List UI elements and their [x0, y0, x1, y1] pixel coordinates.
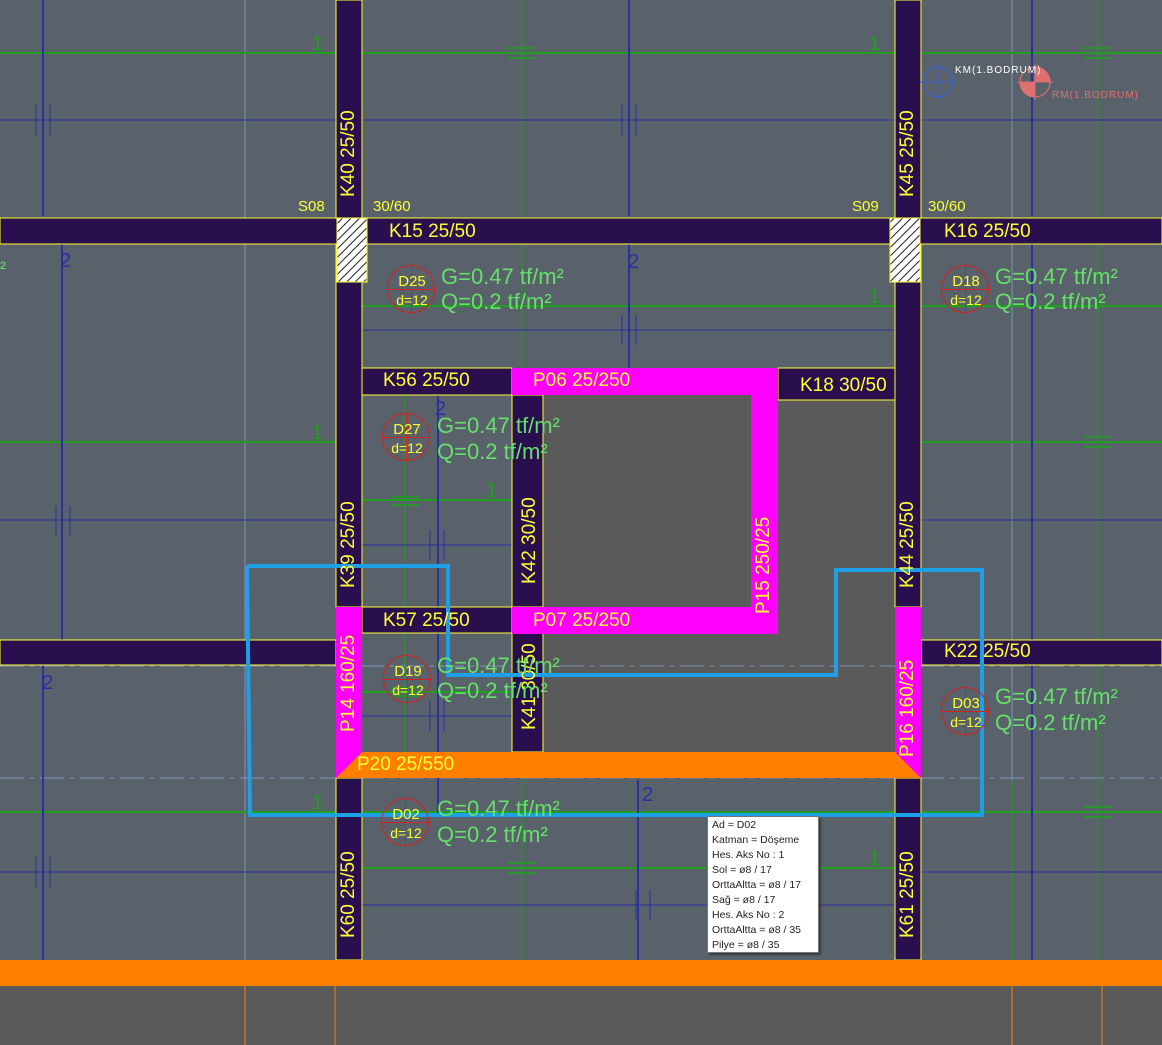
slab-dead-load: G=0.47 tf/m²: [995, 264, 1118, 289]
beam-label-k40[interactable]: K40 25/50: [338, 110, 359, 197]
plan-canvas[interactable]: 1 1 1 1 1 1 1 2 2 2 2 2 ² S08 30/60 S09 …: [0, 0, 1162, 1045]
slab-thickness: d=12: [390, 825, 422, 841]
rm-marker-label: RM(1.BODRUM): [1052, 90, 1139, 101]
slab-symbol-d18[interactable]: D18 d=12: [940, 264, 990, 314]
slab-symbol-d25[interactable]: D25 d=12: [386, 264, 436, 314]
slab-dead-load: G=0.47 tf/m²: [437, 796, 560, 821]
tooltip-line: OrttaAltta = ø8 / 35: [712, 924, 801, 936]
beam-label-k61[interactable]: K61 25/50: [897, 851, 918, 938]
tooltip-line: Ad = D02: [712, 819, 757, 831]
slab-symbol-d27[interactable]: D27 d=12: [381, 412, 431, 462]
slab-dead-load: G=0.47 tf/m²: [437, 413, 560, 438]
axis-label-2: 2: [42, 672, 54, 694]
wall-label-p14[interactable]: P14 160/25: [338, 635, 359, 732]
slab-live-load: Q=0.2 tf/m²: [437, 439, 548, 464]
beam-label-k60[interactable]: K60 25/50: [338, 851, 359, 938]
void-area: [543, 395, 751, 607]
slab-live-load: Q=0.2 tf/m²: [995, 289, 1106, 314]
column-s08: [336, 217, 368, 283]
beam-label-k18[interactable]: K18 30/50: [800, 376, 887, 396]
column-label-s09: S09: [852, 198, 879, 215]
slab-live-load: Q=0.2 tf/m²: [441, 289, 552, 314]
beam-label-k44[interactable]: K44 25/50: [897, 501, 918, 588]
axis-label-1: 1: [869, 286, 881, 308]
slab-symbol-d02[interactable]: D02 d=12: [380, 797, 430, 847]
plan-drawing: [0, 0, 1162, 1045]
tooltip-line: Katman = Döşeme: [712, 834, 800, 846]
slab-symbol-d03[interactable]: D03 d=12: [940, 686, 990, 736]
tooltip-line: Sağ = ø8 / 17: [712, 894, 776, 906]
tooltip-line: OrttaAltta = ø8 / 17: [712, 879, 801, 891]
tooltip-line: Sol = ø8 / 17: [712, 864, 772, 876]
slab-name: D03: [952, 695, 980, 712]
slab-name: D18: [952, 273, 980, 290]
slab-thickness: d=12: [392, 682, 424, 698]
slab-live-load: Q=0.2 tf/m²: [437, 822, 548, 847]
slab-name: D02: [392, 806, 420, 823]
tooltip-line: Hes. Aks No : 1: [712, 849, 785, 861]
slab-live-load: Q=0.2 tf/m²: [995, 710, 1106, 735]
slab-name: D27: [393, 421, 421, 438]
beam-label-k57[interactable]: K57 25/50: [383, 611, 470, 631]
beam-label-k42[interactable]: K42 30/50: [519, 497, 540, 584]
axis-label-1: 1: [312, 422, 324, 444]
axis-label-2: 2: [628, 251, 640, 273]
km-marker: [920, 64, 956, 100]
slab-live-load: Q=0.2 tf/m²: [437, 678, 548, 703]
lower-ground-area: [0, 986, 1162, 1045]
column-s09: [889, 217, 921, 283]
beam-label-k22[interactable]: K22 25/50: [944, 642, 1031, 662]
axis-label-1: 1: [869, 848, 881, 870]
beam-label-k45[interactable]: K45 25/50: [897, 110, 918, 197]
axis-label-2: 2: [642, 784, 654, 806]
wall-label-p15[interactable]: P15 250/25: [753, 517, 774, 614]
element-tooltip: Ad = D02 Katman = Döşeme Hes. Aks No : 1…: [707, 816, 819, 953]
wall-label-p16[interactable]: P16 160/25: [897, 660, 918, 757]
void-area: [543, 633, 895, 752]
unit-fragment: ²: [0, 258, 6, 278]
beam-label-k39[interactable]: K39 25/50: [338, 501, 359, 588]
beam-label-k16[interactable]: K16 25/50: [944, 222, 1031, 242]
beam-k22: [0, 639, 337, 666]
axis-label-1: 1: [486, 480, 498, 502]
km-marker-label: KM(1.BODRUM): [955, 65, 1042, 76]
beam-label-k56[interactable]: K56 25/50: [383, 371, 470, 391]
axis-label-1: 1: [312, 33, 324, 55]
slab-thickness: d=12: [396, 292, 428, 308]
slab-thickness: d=12: [391, 440, 423, 456]
slab-thickness: d=12: [950, 292, 982, 308]
slab-thickness: d=12: [950, 714, 982, 730]
column-size-s09: 30/60: [928, 198, 966, 215]
slab-dead-load: G=0.47 tf/m²: [437, 653, 560, 678]
tooltip-line: Hes. Aks No : 2: [712, 909, 785, 921]
column-label-s08: S08: [298, 198, 325, 215]
axis-label-1: 1: [869, 33, 881, 55]
slab-name: D25: [398, 273, 426, 290]
slab-dead-load: G=0.47 tf/m²: [995, 684, 1118, 709]
axis-label-2: 2: [60, 250, 72, 272]
slab-name: D19: [394, 663, 422, 680]
column-size-s08: 30/60: [373, 198, 411, 215]
wall-label-p07[interactable]: P07 25/250: [533, 611, 630, 631]
wall-label-p20[interactable]: P20 25/550: [357, 755, 454, 775]
slab-symbol-d19[interactable]: D19 d=12: [382, 654, 432, 704]
bottom-orange-wall: [0, 960, 1162, 986]
tooltip-line: Pilye = ø8 / 35: [712, 939, 780, 951]
wall-label-p06[interactable]: P06 25/250: [533, 371, 630, 391]
axis-label-1: 1: [312, 792, 324, 814]
slab-dead-load: G=0.47 tf/m²: [441, 264, 564, 289]
beam-label-k15[interactable]: K15 25/50: [389, 222, 476, 242]
